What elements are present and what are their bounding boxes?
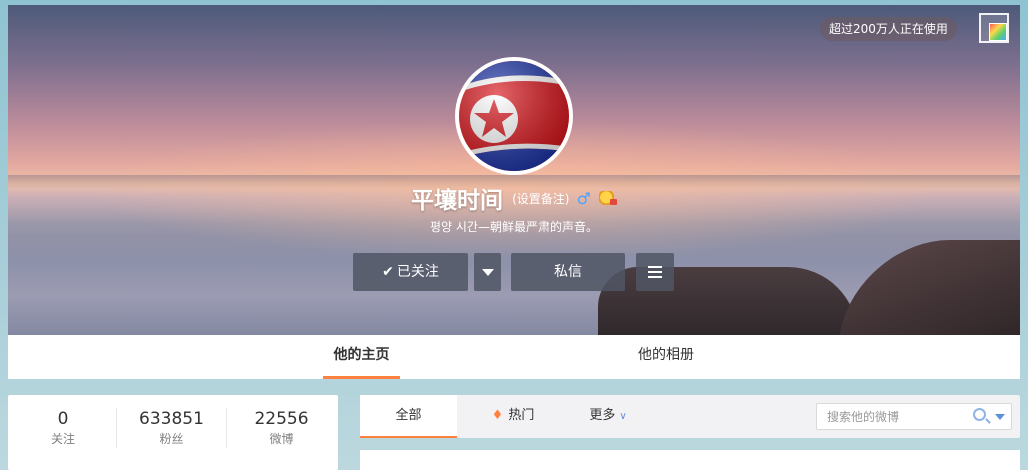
- stat-posts[interactable]: 22556 微博: [226, 408, 336, 448]
- set-remark-link[interactable]: (设置备注): [512, 192, 569, 206]
- stat-label: 微博: [269, 432, 294, 446]
- search-input[interactable]: [817, 404, 967, 429]
- feed-filter-bar: 全部 ♦ 热门 更多 ∨: [360, 395, 1020, 438]
- stat-label: 粉丝: [159, 432, 184, 446]
- stat-value: 633851: [139, 409, 204, 429]
- feed-list: [360, 450, 1020, 470]
- search-icon[interactable]: [973, 408, 986, 421]
- users-count-pill: 超过200万人正在使用: [820, 17, 957, 41]
- feed-search: [816, 403, 1012, 430]
- chevron-down-icon: ∨: [619, 411, 627, 422]
- profile-bio: 평양 시간—朝鲜最严肃的声音。: [430, 220, 598, 234]
- feed-tab-more[interactable]: 更多 ∨: [578, 395, 638, 438]
- vip-badge-icon[interactable]: [599, 191, 617, 205]
- north-korea-flag-icon: [459, 61, 569, 171]
- feed-tab-hot[interactable]: ♦ 热门: [478, 395, 548, 438]
- stat-followers[interactable]: 633851 粉丝: [116, 408, 226, 448]
- feed-tab-more-label: 更多: [589, 408, 616, 423]
- tab-home[interactable]: 他的主页: [323, 335, 400, 379]
- caret-down-icon: [481, 268, 494, 276]
- skin-swatch: [989, 23, 1007, 41]
- feed-tab-all[interactable]: 全部: [360, 395, 457, 438]
- skin-palette-icon[interactable]: [979, 13, 1009, 43]
- flame-icon: ♦: [491, 408, 504, 423]
- message-button[interactable]: 私信: [511, 253, 625, 291]
- male-icon: ♂: [576, 188, 591, 208]
- avatar[interactable]: [455, 57, 573, 175]
- more-menu-button[interactable]: [636, 253, 674, 291]
- profile-tabbar: 他的主页 他的相册: [8, 335, 1020, 379]
- search-options-caret-icon[interactable]: [995, 414, 1005, 420]
- menu-icon: [648, 266, 662, 278]
- profile-name-row: 平壤时间 (设置备注) ♂: [0, 181, 1028, 215]
- tab-album[interactable]: 他的相册: [621, 335, 711, 379]
- follow-dropdown-button[interactable]: [474, 253, 501, 291]
- stat-value: 22556: [254, 409, 309, 429]
- stat-following[interactable]: 0 关注: [8, 408, 118, 448]
- stat-value: 0: [57, 409, 69, 429]
- following-label: 已关注: [396, 264, 439, 280]
- feed-tab-hot-label: 热门: [508, 408, 535, 423]
- following-button[interactable]: ✔ 已关注: [353, 253, 468, 291]
- profile-name: 平壤时间: [411, 188, 503, 214]
- stats-card: 0 关注 633851 粉丝 22556 微博: [8, 395, 338, 470]
- stat-label: 关注: [50, 432, 75, 446]
- check-icon: ✔: [382, 264, 394, 280]
